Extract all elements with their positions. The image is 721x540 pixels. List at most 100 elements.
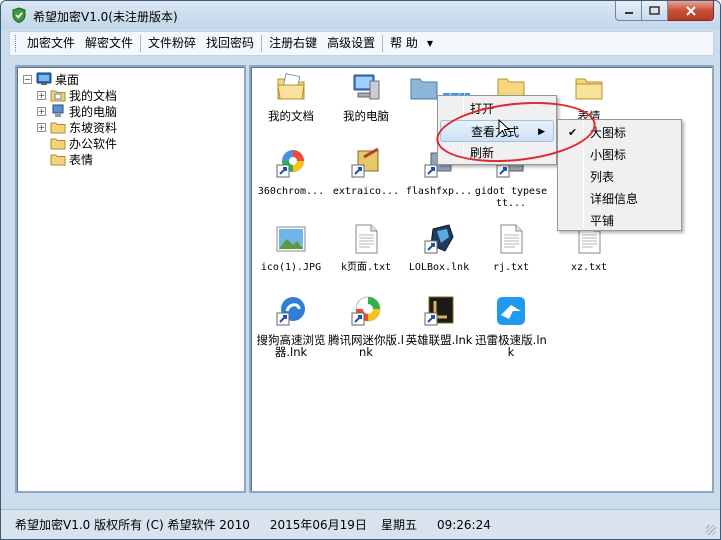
desktop-icon (36, 72, 52, 85)
chevron-down-icon[interactable]: ▼ (423, 32, 437, 55)
file-name: LOLBox.lnk (408, 262, 470, 273)
file-name: 我的电脑 (343, 109, 389, 123)
folder-icon (50, 138, 66, 150)
folder-icon (575, 78, 603, 100)
expand-icon[interactable]: + (37, 106, 46, 116)
menu-item-label: 小图标 (590, 148, 627, 162)
computer-icon (353, 74, 380, 100)
tree-label: 我的文档 (69, 88, 118, 103)
title-bar[interactable]: 希望加密V1.0(未注册版本) (1, 1, 720, 29)
menu-recover-password[interactable]: 找回密码 (201, 32, 259, 55)
file-item[interactable]: 腾讯网迷你版.lnk (328, 295, 404, 358)
text-file-icon (355, 224, 378, 254)
status-copyright: 希望加密V1.0 版权所有 (C) 希望软件 2010 (15, 518, 250, 532)
folder-icon (50, 154, 66, 166)
tree-node-my-documents[interactable]: + 我的文档 (23, 87, 117, 103)
menu-item-label: 列表 (590, 170, 615, 184)
tree-label: 东坡资料 (69, 120, 118, 135)
expand-icon[interactable]: + (37, 122, 46, 132)
menu-encrypt-file[interactable]: 加密文件 (22, 32, 80, 55)
toolbar-separator (382, 35, 384, 52)
shield-icon (12, 7, 26, 23)
tree-node-my-computer[interactable]: + 我的电脑 (23, 103, 117, 119)
tree-node-emoticons[interactable]: 表情 (23, 151, 117, 167)
window-title: 希望加密V1.0(未注册版本) (33, 10, 178, 24)
program-shortcut-icon (351, 147, 379, 178)
file-item[interactable]: ico(1).JPG (253, 223, 329, 274)
tencent-shortcut-icon (351, 296, 381, 326)
menu-help[interactable]: 帮 助 (385, 32, 423, 55)
file-name: 我的文档 (268, 109, 314, 123)
file-name: 迅雷极速版.lnk (475, 333, 547, 359)
collapse-icon[interactable]: − (23, 74, 32, 84)
menu-item-label: 平铺 (590, 214, 615, 228)
submenu-item-tiles[interactable]: 平铺 (560, 210, 679, 232)
tree-label: 表情 (69, 152, 94, 167)
text-file-icon (500, 224, 523, 254)
lol-shortcut-icon (424, 296, 454, 326)
minimize-button[interactable] (615, 1, 642, 21)
menu-decrypt-file[interactable]: 解密文件 (80, 32, 138, 55)
sogou-shortcut-icon (276, 297, 305, 326)
caption-buttons (615, 1, 714, 21)
file-name: flashfxp... (405, 186, 473, 197)
file-name: rj.txt (492, 262, 530, 273)
documents-folder-icon (277, 73, 305, 100)
file-name: 腾讯网迷你版.lnk (328, 333, 404, 359)
file-name: 360chrom... (257, 186, 325, 197)
file-item[interactable]: extraico... (328, 147, 404, 198)
file-item[interactable]: k页面.txt (328, 223, 404, 274)
file-item[interactable]: 我的文档 (253, 71, 329, 122)
close-icon (685, 5, 696, 16)
tree-node-dongpo[interactable]: + 东坡资料 (23, 119, 117, 135)
file-name: gidot typesett... (474, 186, 548, 209)
status-bar: 希望加密V1.0 版权所有 (C) 希望软件 2010 2015年06月19日 … (1, 509, 720, 539)
folder-icon (50, 122, 66, 134)
tree-label: 办公软件 (69, 136, 118, 151)
file-item[interactable]: 我的电脑 (328, 71, 404, 122)
tree-label: 我的电脑 (69, 104, 118, 119)
file-name: k页面.txt (340, 262, 392, 273)
expand-icon[interactable]: + (37, 90, 46, 100)
file-item[interactable]: 英雄联盟.lnk (401, 295, 477, 346)
toolbar-grip[interactable] (15, 35, 18, 52)
tree-node-desktop[interactable]: − 桌面 (23, 71, 117, 87)
close-button[interactable] (668, 1, 714, 21)
menu-advanced-settings[interactable]: 高级设置 (322, 32, 380, 55)
toolbar-separator (261, 35, 263, 52)
folder-tree: − 桌面 + 我的文档 + 我的电脑 + 东坡资料 办公软件 表情 (23, 71, 117, 167)
maximize-button[interactable] (642, 1, 668, 21)
toolbar: 加密文件 解密文件 文件粉碎 找回密码 注册右键 高级设置 帮 助 ▼ (9, 31, 714, 56)
submenu-item-details[interactable]: 详细信息 (560, 188, 679, 210)
file-item[interactable]: 迅雷极速版.lnk (473, 295, 549, 358)
tree-label: 桌面 (55, 72, 80, 87)
folder-tree-pane[interactable]: − 桌面 + 我的文档 + 我的电脑 + 东坡资料 办公软件 表情 (15, 65, 246, 493)
folder-icon (410, 78, 438, 100)
image-file-icon (276, 226, 306, 252)
status-weekday: 星期五 (380, 518, 417, 532)
documents-folder-icon (50, 90, 66, 102)
menu-shred-file[interactable]: 文件粉碎 (143, 32, 201, 55)
status-date: 2015年06月19日 (269, 518, 367, 532)
file-item[interactable]: 搜狗高速浏览器.lnk (253, 295, 329, 358)
mouse-cursor-icon (498, 119, 511, 137)
computer-icon (52, 104, 64, 117)
tree-node-office-software[interactable]: 办公软件 (23, 135, 117, 151)
file-name: xz.txt (570, 262, 608, 273)
submenu-item-list[interactable]: 列表 (560, 166, 679, 188)
submenu-item-small-icons[interactable]: 小图标 (560, 144, 679, 166)
file-item[interactable]: LOLBox.lnk (401, 223, 477, 274)
file-list-pane[interactable]: 我的文档 我的电脑 东坡 (249, 65, 714, 493)
menu-item-label: 大图标 (590, 126, 627, 140)
file-name: 英雄联盟.lnk (405, 333, 473, 347)
resize-grip[interactable] (706, 525, 716, 535)
minimize-icon (624, 11, 633, 14)
browser-shortcut-icon (276, 150, 304, 178)
file-item[interactable]: 360chrom... (253, 147, 329, 198)
file-item[interactable]: rj.txt (473, 223, 549, 274)
xunlei-shortcut-icon (497, 297, 525, 325)
app-window: 希望加密V1.0(未注册版本) 加密文件 解密文件 文件粉碎 找回密码 注册右键… (0, 0, 721, 540)
menu-item-label: 详细信息 (590, 192, 639, 206)
menu-register-context[interactable]: 注册右键 (264, 32, 322, 55)
toolbar-separator (140, 35, 142, 52)
